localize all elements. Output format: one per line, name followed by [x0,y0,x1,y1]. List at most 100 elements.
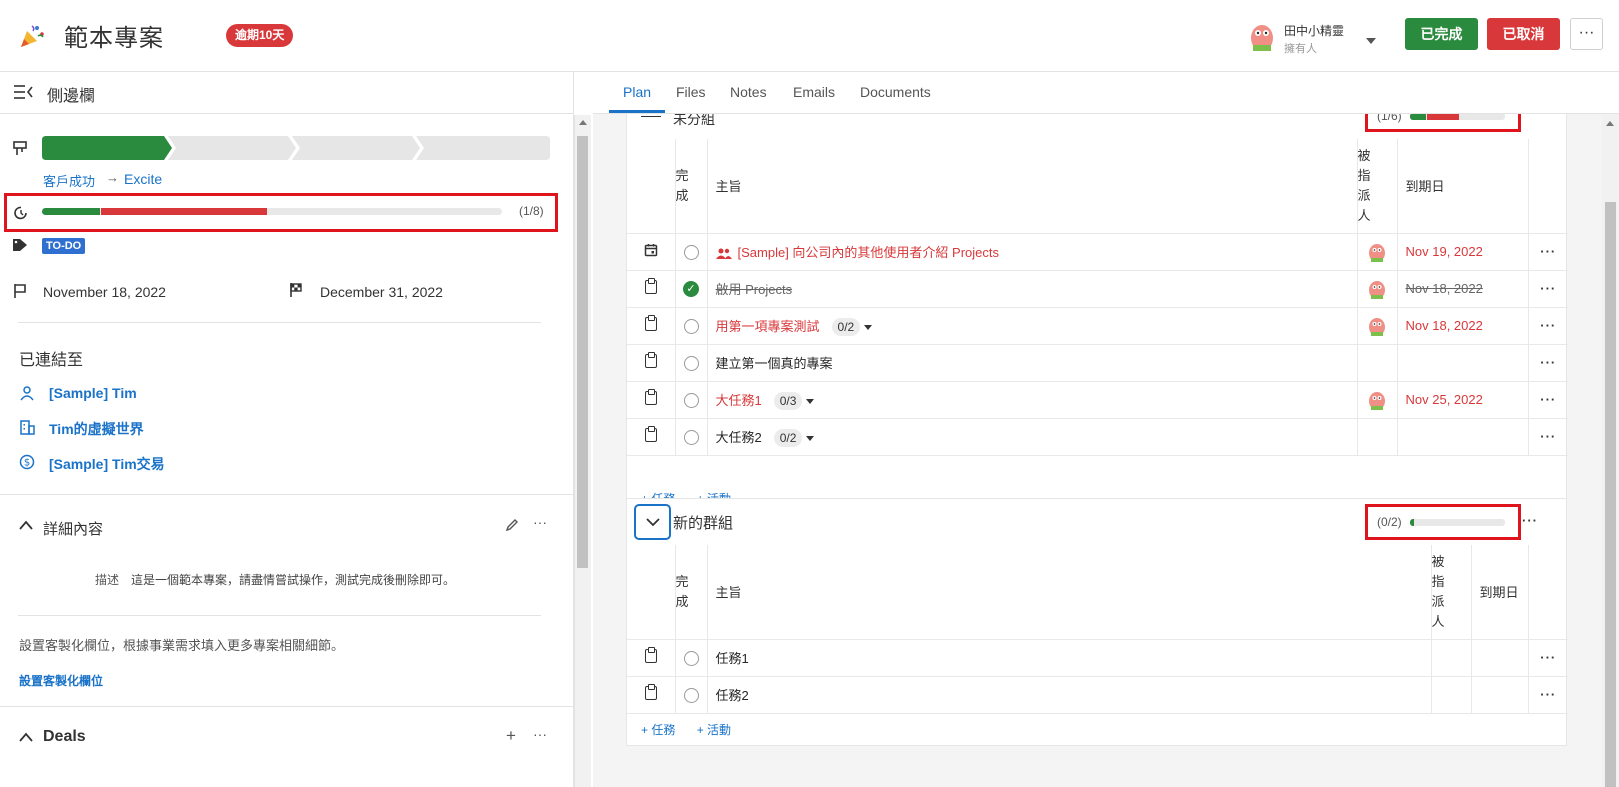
scroll-up-arrow-icon[interactable] [1606,121,1614,126]
row-more-button[interactable]: ··· [1540,687,1556,702]
description-text[interactable]: 這是一個範本專案，請盡情嘗試操作，測試完成後刪除即可。 [131,571,455,588]
row-more-button[interactable]: ··· [1540,244,1556,259]
mark-cancelled-button[interactable]: 已取消 [1487,18,1560,50]
complete-checkbox[interactable] [683,392,699,408]
complete-checkbox[interactable] [683,244,699,260]
row-more-button[interactable]: ··· [1540,281,1556,296]
due-cell[interactable] [1471,639,1529,677]
column-header-assignee[interactable]: 被指派人 [1357,139,1398,234]
caret-down-icon[interactable] [806,435,815,441]
pencil-icon[interactable] [505,518,519,532]
check-circle-icon[interactable]: ✓ [683,280,699,297]
row-more-button[interactable]: ··· [1540,392,1556,407]
add-activity-button[interactable]: + 活動 [697,723,731,737]
complete-checkbox[interactable] [683,650,699,666]
main-panel: Plan Files Notes Emails Documents 未分組 (1… [593,72,1619,787]
main-scrollbar[interactable] [1602,114,1619,787]
table-row[interactable]: 建立第一個真的專案 ··· [627,344,1568,382]
complete-checkbox[interactable] [683,355,699,371]
linked-person-link[interactable]: [Sample] Tim [49,385,137,401]
row-more-button[interactable]: ··· [1540,355,1556,370]
complete-checkbox[interactable] [683,318,699,334]
due-cell[interactable]: Nov 18, 2022 [1397,270,1529,308]
table-row[interactable]: 任務1 ··· [627,639,1568,677]
chevron-up-icon[interactable] [19,732,33,742]
complete-checkbox[interactable] [683,687,699,703]
pipeline-stage-bar[interactable] [42,136,550,160]
linked-organization-link[interactable]: Tim的虛擬世界 [49,419,144,439]
label-tag[interactable]: TO-DO [42,238,86,254]
assignee-avatar[interactable] [1365,314,1389,338]
column-header-subject[interactable]: 主旨 [707,545,1432,640]
header-more-button[interactable]: ··· [1570,18,1603,50]
add-deal-button[interactable]: + [506,726,516,746]
due-cell[interactable] [1471,676,1529,714]
chevron-up-icon[interactable] [19,520,33,530]
mark-done-button[interactable]: 已完成 [1405,18,1478,50]
owner-name[interactable]: 田中小精靈 [1284,22,1344,39]
task-title[interactable]: 啟用 Projects [716,282,793,297]
table-row[interactable]: 大任務2 0/2 ··· [627,418,1568,456]
column-header-subject[interactable]: 主旨 [707,139,1358,234]
end-date[interactable]: December 31, 2022 [320,284,443,300]
row-more-cell: ··· [1528,270,1568,308]
table-row[interactable]: 任務2 ··· [627,676,1568,714]
due-cell[interactable]: Nov 18, 2022 [1397,307,1529,345]
details-section-title[interactable]: 詳細內容 [43,518,103,539]
collapse-sidebar-icon[interactable] [13,84,33,100]
subtask-count[interactable]: 0/2 [831,317,861,336]
tab-documents[interactable]: Documents [860,84,931,100]
assignee-avatar[interactable] [1365,388,1389,412]
row-more-button[interactable]: ··· [1540,318,1556,333]
table-row[interactable]: [Sample] 向公司內的其他使用者介紹 Projects Nov 19, 20… [627,233,1568,271]
group-more-button[interactable]: ··· [1522,513,1538,528]
tab-notes[interactable]: Notes [730,84,767,100]
subtask-count[interactable]: 0/2 [773,428,803,447]
column-header-assignee[interactable]: 被指派人 [1431,545,1472,640]
finish-flag-icon [290,283,302,297]
assignee-avatar[interactable] [1365,277,1389,301]
complete-checkbox[interactable] [683,429,699,445]
assignee-avatar[interactable] [1365,240,1389,264]
task-title[interactable]: 任務2 [716,688,749,703]
row-more-button[interactable]: ··· [1540,650,1556,665]
table-row[interactable]: 大任務1 0/3 Nov 25, 2022 ··· [627,381,1568,419]
row-more-button[interactable]: ··· [1540,429,1556,444]
scroll-up-arrow-icon[interactable] [579,120,587,125]
group-title[interactable]: 新的群組 [673,512,733,533]
caret-down-icon[interactable] [806,398,815,404]
details-more-button[interactable]: ··· [533,514,547,530]
linked-deal-link[interactable]: [Sample] Tim交易 [49,454,165,474]
task-title[interactable]: 建立第一個真的專案 [716,356,833,371]
deals-section-title[interactable]: Deals [43,728,86,746]
caret-down-icon[interactable] [864,324,873,330]
deals-more-button[interactable]: ··· [533,726,547,742]
add-task-button[interactable]: + 任務 [641,723,675,737]
custom-fields-link[interactable]: 設置客製化欄位 [19,672,103,689]
sidebar-scrollbar-thumb[interactable] [577,136,588,568]
owner-avatar[interactable] [1244,18,1280,54]
due-cell[interactable]: Nov 19, 2022 [1397,233,1529,271]
due-cell[interactable] [1397,418,1529,456]
tab-files[interactable]: Files [676,84,706,100]
column-header-due[interactable]: 到期日 [1471,545,1529,640]
collapse-group-button[interactable] [634,504,671,540]
tab-emails[interactable]: Emails [793,84,835,100]
table-row[interactable]: ✓ 啟用 Projects Nov 18, 2022 ··· [627,270,1568,308]
task-title[interactable]: 用第一項專案測試 [716,319,820,334]
subtask-count[interactable]: 0/3 [773,391,803,410]
task-title[interactable]: 任務1 [716,651,749,666]
column-header-due[interactable]: 到期日 [1397,139,1529,234]
pipeline-name-link[interactable]: 客戶成功 [43,171,95,190]
tab-plan[interactable]: Plan [623,84,651,100]
task-title[interactable]: 大任務1 [716,393,762,408]
task-title[interactable]: 大任務2 [716,430,762,445]
stage-name-link[interactable]: Excite [124,171,162,187]
main-scrollbar-thumb[interactable] [1605,202,1616,787]
table-row[interactable]: 用第一項專案測試 0/2 Nov 18, 2022 ··· [627,307,1568,345]
due-cell[interactable] [1397,344,1529,382]
task-title[interactable]: [Sample] 向公司內的其他使用者介紹 Projects [738,245,1000,260]
owner-dropdown-caret-icon[interactable] [1366,38,1376,44]
due-cell[interactable]: Nov 25, 2022 [1397,381,1529,419]
start-date[interactable]: November 18, 2022 [43,284,166,300]
